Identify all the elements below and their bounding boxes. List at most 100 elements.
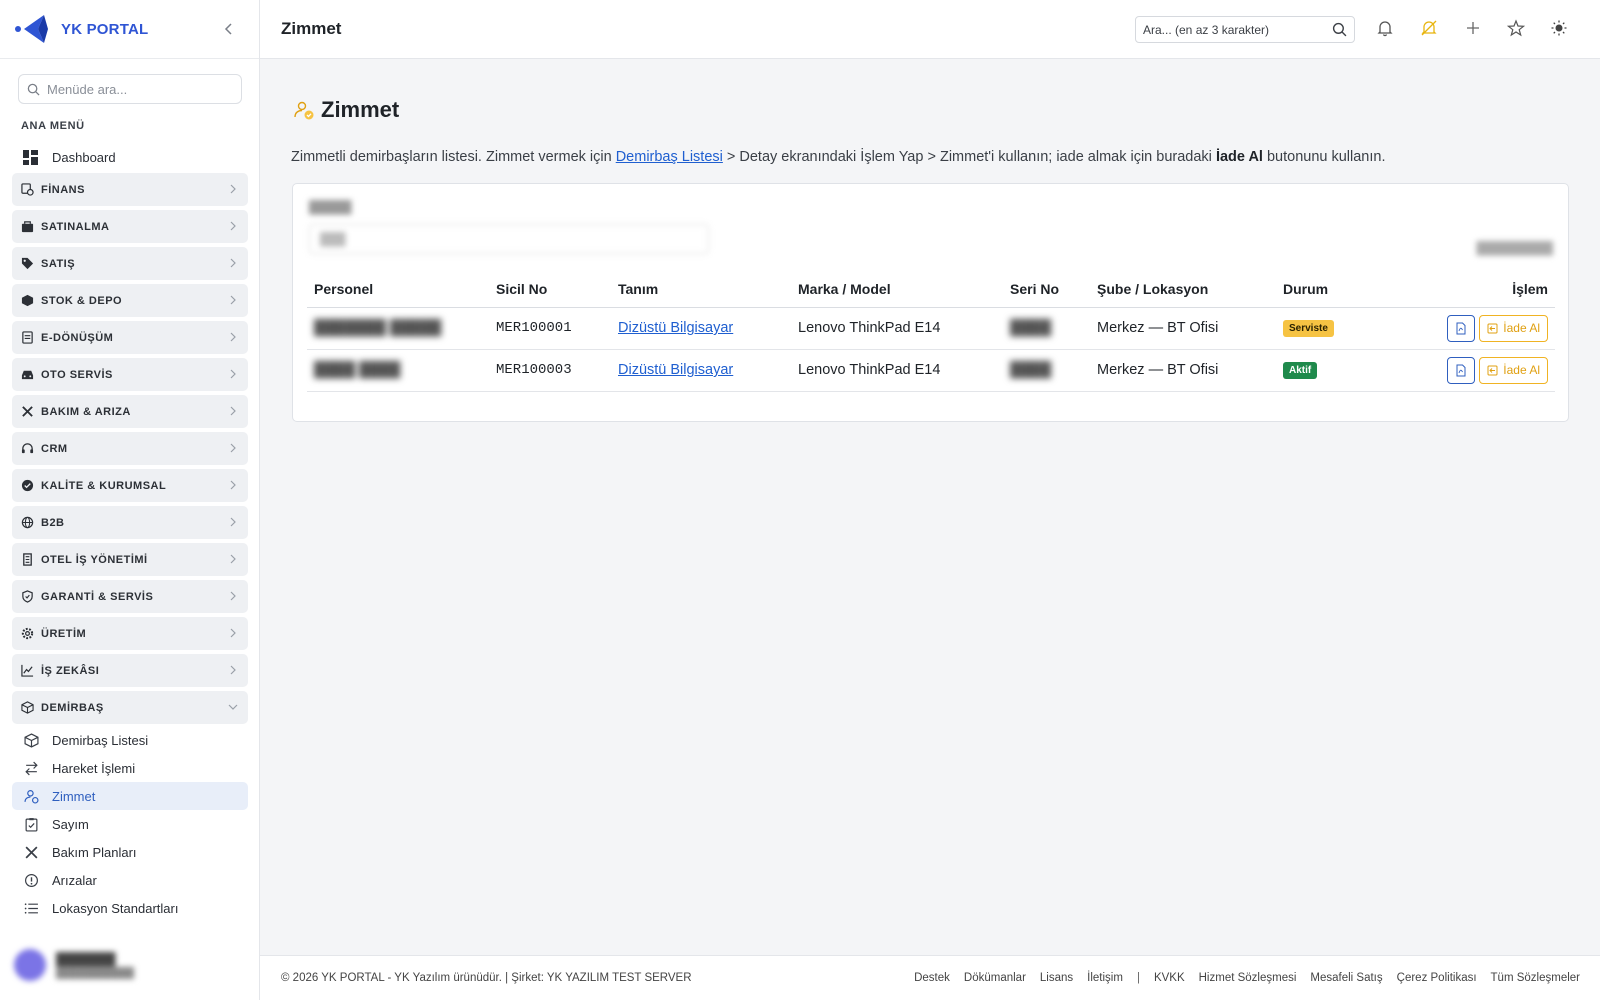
footer-link-mesafeli-satis[interactable]: Mesafeli Satış [1310, 972, 1382, 984]
menu-search-input[interactable] [47, 81, 227, 97]
zimmet-table-card: █████ ███ █████████ Personel Sicil No Ta… [292, 183, 1569, 422]
bell-icon[interactable] [1376, 19, 1396, 39]
asset-link[interactable]: Dizüstü Bilgisayar [618, 320, 733, 336]
menu-group-label: FİNANS [41, 183, 85, 196]
menu-group-label: KALİTE & KURUMSAL [41, 479, 167, 492]
footer-link-lisans[interactable]: Lisans [1040, 972, 1073, 984]
column-header: İşlem [1396, 271, 1555, 308]
return-asset-button[interactable]: İade Al [1479, 356, 1548, 384]
status-badge: Aktif [1283, 362, 1318, 379]
menu-group-stok-depo[interactable]: STOK & DEPO [12, 284, 248, 317]
box-icon [21, 294, 34, 307]
column-header[interactable]: Sicil No [489, 271, 611, 308]
tanim-cell: Dizüstü Bilgisayar [611, 349, 791, 392]
sidebar-item-zimmet[interactable]: Zimmet [12, 782, 248, 810]
menu-group-kalite-kurumsal[interactable]: KALİTE & KURUMSAL [12, 469, 248, 502]
lokasyon-cell: Merkez — BT Ofisi [1090, 349, 1276, 392]
demirbas-submenu: Demirbaş Listesi Hareket İşlemi Zimmet S… [12, 726, 248, 922]
return-asset-button[interactable]: İade Al [1479, 314, 1548, 342]
pdf-document-button[interactable] [1447, 356, 1476, 384]
sidebar-item-label: Hareket İşlemi [52, 760, 136, 776]
asset-link[interactable]: Dizüstü Bilgisayar [618, 362, 733, 378]
menu-group-is-zekasi[interactable]: İŞ ZEKÂSI [12, 654, 248, 687]
sidebar-item-demirbas-listesi[interactable]: Demirbaş Listesi [12, 726, 248, 754]
cube-icon [24, 732, 39, 748]
zimmet-table: Personel Sicil No Tanım Marka / Model Se… [307, 271, 1555, 392]
chevron-right-icon [228, 258, 238, 268]
sidebar-item-bakim-planlari[interactable]: Bakım Planları [12, 838, 248, 866]
sidebar-item-lokasyon-standartlari[interactable]: Lokasyon Standartları [12, 894, 248, 922]
menu-search[interactable] [18, 74, 242, 104]
pdf-document-button[interactable] [1447, 314, 1476, 342]
menu-group-finans[interactable]: FİNANS [12, 173, 248, 206]
menu-group-b2b[interactable]: B2B [12, 506, 248, 539]
chevron-right-icon [228, 221, 238, 231]
search-icon[interactable] [1332, 22, 1347, 37]
menu-group-crm[interactable]: CRM [12, 432, 248, 465]
transfer-icon [24, 761, 39, 776]
sidebar-item-arizalar[interactable]: Arızalar [12, 866, 248, 894]
column-header[interactable]: Marka / Model [791, 271, 1003, 308]
durum-cell: Serviste [1276, 307, 1396, 350]
menu-group-e-donusum[interactable]: E-DÖNÜŞÜM [12, 321, 248, 354]
main-content: Zimmet Zimmetli demirbaşların listesi. Z… [260, 60, 1600, 955]
chevron-right-icon [228, 517, 238, 527]
global-search[interactable] [1135, 16, 1355, 43]
footer: © 2026 YK PORTAL - YK Yazılım ürünüdür. … [260, 955, 1600, 1000]
column-header[interactable]: Tanım [611, 271, 791, 308]
footer-link-tum-sozlesmeler[interactable]: Tüm Sözleşmeler [1491, 972, 1580, 984]
column-header[interactable]: Personel [307, 271, 489, 308]
sidebar-item-dashboard[interactable]: Dashboard [12, 143, 248, 171]
footer-link-dokumanlar[interactable]: Dökümanlar [964, 972, 1026, 984]
menu-group-label: DEMİRBAŞ [41, 701, 104, 714]
chevron-right-icon [228, 480, 238, 490]
sicil-cell: MER100003 [489, 349, 611, 392]
menu-group-garanti-servis[interactable]: GARANTİ & SERVİS [12, 580, 248, 613]
chevron-right-icon [228, 591, 238, 601]
column-header[interactable]: Şube / Lokasyon [1090, 271, 1276, 308]
footer-link-cerez-politikasi[interactable]: Çerez Politikası [1397, 972, 1477, 984]
personel-cell-redacted: ████ ████ [307, 349, 489, 392]
return-button-label: İade Al [1503, 363, 1540, 377]
menu-group-satis[interactable]: SATIŞ [12, 247, 248, 280]
user-profile[interactable]: ███████ ███████████ [14, 945, 248, 985]
footer-link-iletisim[interactable]: İletişim [1087, 972, 1123, 984]
tools-icon [24, 845, 39, 860]
footer-link-kvkk[interactable]: KVKK [1154, 972, 1185, 984]
return-button-label: İade Al [1503, 321, 1540, 335]
menu-group-satinalma[interactable]: SATINALMA [12, 210, 248, 243]
column-header[interactable]: Seri No [1003, 271, 1090, 308]
menu-group-demirbas[interactable]: DEMİRBAŞ [12, 691, 248, 724]
collapse-sidebar-icon[interactable] [221, 21, 237, 37]
document-icon [21, 331, 34, 344]
purchase-bag-icon [21, 220, 34, 233]
model-cell: Lenovo ThinkPad E14 [791, 307, 1003, 350]
chevron-right-icon [228, 665, 238, 675]
sidebar-item-hareket-islemi[interactable]: Hareket İşlemi [12, 754, 248, 782]
menu-group-otel[interactable]: OTEL İŞ YÖNETİMİ [12, 543, 248, 576]
actions-cell: İade Al [1396, 349, 1555, 392]
clipboard-check-icon [24, 817, 39, 832]
chevron-right-icon [228, 295, 238, 305]
sun-icon[interactable] [1550, 19, 1570, 39]
seri-cell-redacted: ████ [1003, 349, 1090, 392]
shield-icon [21, 590, 34, 603]
menu-groups: FİNANS SATINALMA SATIŞ STOK & DEPO E-DÖN… [12, 173, 248, 728]
footer-link-destek[interactable]: Destek [914, 972, 950, 984]
bell-off-icon[interactable] [1420, 19, 1440, 39]
menu-group-uretim[interactable]: ÜRETİM [12, 617, 248, 650]
globe-icon [21, 516, 34, 529]
section-title: ANA MENÜ [21, 120, 85, 132]
menu-group-bakim-ariza[interactable]: BAKIM & ARIZA [12, 395, 248, 428]
return-icon [1487, 365, 1498, 375]
footer-link-hizmet-sozlesmesi[interactable]: Hizmet Sözleşmesi [1199, 972, 1297, 984]
demirbas-listesi-link[interactable]: Demirbaş Listesi [616, 149, 723, 165]
page-title: Zimmet [321, 97, 400, 122]
plus-icon[interactable] [1464, 19, 1484, 39]
star-icon[interactable] [1507, 19, 1527, 39]
menu-group-oto-servis[interactable]: OTO SERVİS [12, 358, 248, 391]
model-cell: Lenovo ThinkPad E14 [791, 349, 1003, 392]
global-search-input[interactable] [1143, 22, 1328, 37]
sidebar-item-sayim[interactable]: Sayım [12, 810, 248, 838]
column-header[interactable]: Durum [1276, 271, 1396, 308]
